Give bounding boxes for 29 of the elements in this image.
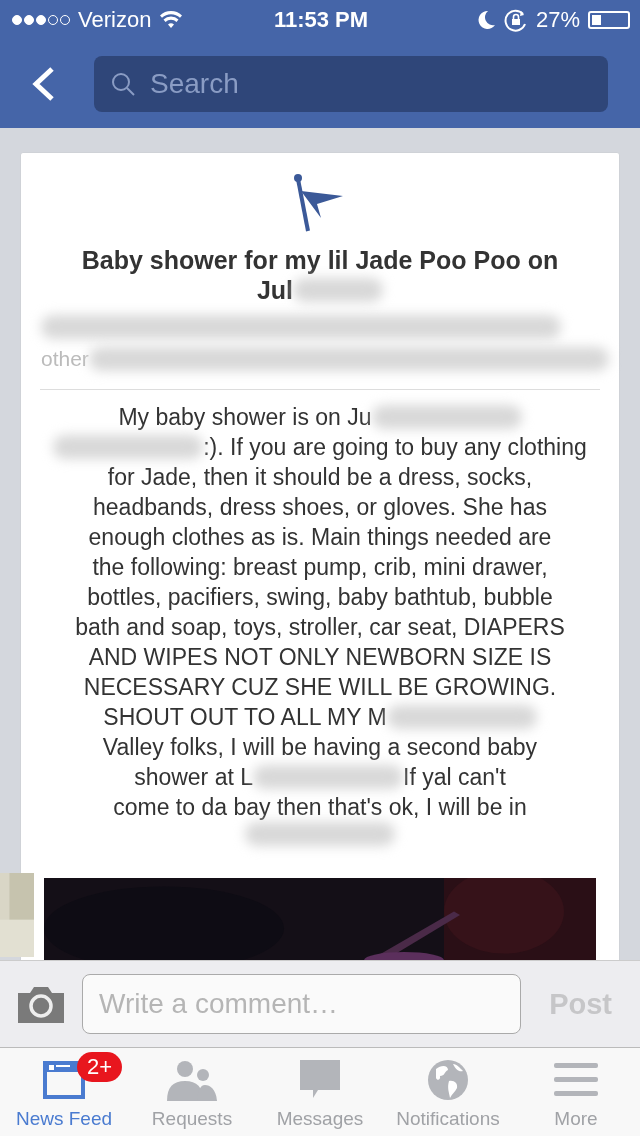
tab-item[interactable]: Notifications	[384, 1048, 512, 1136]
event-title: Baby shower for my lil Jade Poo Poo on	[81, 245, 559, 275]
description-text: SHOUT OUT TO ALL MY M	[103, 703, 387, 732]
event-details: other	[41, 347, 89, 371]
description-text: headbands, dress shoes, or gloves. She has	[93, 493, 547, 522]
description-text: NECESSARY CUZ SHE WILL BE GROWING.	[83, 673, 557, 702]
description-text: My baby shower is on Ju	[118, 403, 372, 432]
description-text: the following: breast pump, crib, mini drawer,	[92, 553, 548, 582]
description-text: :). If you are going to buy any clothing	[203, 433, 587, 462]
carrier-name: Verizon	[78, 7, 152, 33]
description-text: If yal can't	[403, 763, 506, 792]
description-text: enough clothes as is. Main things needed are	[88, 523, 552, 552]
event-title: Jul	[256, 275, 294, 305]
tab-item[interactable]: Messages	[256, 1048, 384, 1136]
description-text: Valley folks, I will be having a second baby	[102, 733, 538, 762]
description-text: come to da bay then that's ok, I will be in	[113, 793, 527, 822]
description-text: for Jade, then it should be a dress, socks,	[107, 463, 533, 492]
search-field[interactable]: Search	[94, 56, 608, 112]
description-text: AND WIPES NOT ONLY NEWBORN SIZE IS	[88, 643, 552, 672]
clock-time: 11:53 PM	[273, 7, 369, 33]
tab-item[interactable]: Requests	[128, 1048, 256, 1136]
battery-percent: 27%	[535, 7, 580, 33]
comment-field[interactable]: Write a comment…	[82, 974, 522, 1034]
description-text: shower at L	[134, 763, 254, 792]
description-text: bottles, pacifiers, swing, baby bathtub, bubble	[87, 583, 553, 612]
notification-badge: 2+	[77, 1052, 123, 1082]
description-text: bath and soap, toys, stroller, car seat, DIAPERS	[75, 613, 565, 642]
tab-item[interactable]: More	[512, 1048, 640, 1136]
tab-item[interactable]: 2+ News Feed	[0, 1048, 128, 1136]
